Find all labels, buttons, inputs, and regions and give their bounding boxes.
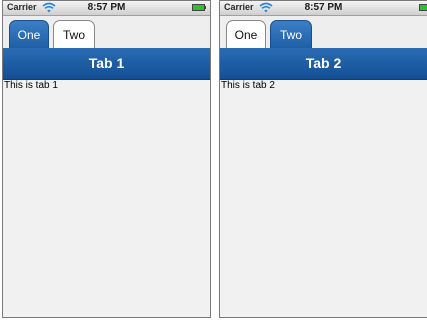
tab-strip: One Two — [220, 16, 427, 48]
status-time: 8:57 PM — [87, 2, 126, 13]
content-text: This is tab 2 — [221, 80, 275, 91]
nav-title: Tab 1 — [88, 55, 125, 71]
screenshot-canvas: Carrier 8:57 PM One Two Tab 1 This is ta… — [0, 0, 427, 320]
tab-one[interactable]: One — [9, 20, 49, 48]
content-text: This is tab 1 — [4, 80, 58, 91]
nav-title: Tab 2 — [305, 55, 342, 71]
phone-screen-tab-1: Carrier 8:57 PM One Two Tab 1 This is ta… — [2, 0, 211, 318]
status-time: 8:57 PM — [304, 2, 343, 13]
phone-screen-tab-2: Carrier 8:57 PM One Two Tab 2 This is ta… — [219, 0, 427, 318]
battery-icon — [192, 4, 206, 11]
status-bar: Carrier 8:57 PM — [3, 1, 210, 16]
battery-icon — [419, 4, 427, 11]
status-bar: Carrier 8:57 PM — [220, 1, 427, 16]
navigation-bar: Tab 2 — [220, 48, 427, 80]
tab-one[interactable]: One — [226, 20, 266, 48]
tab-two[interactable]: Two — [53, 20, 95, 48]
navigation-bar: Tab 1 — [3, 48, 210, 80]
tab-strip: One Two — [3, 16, 210, 48]
tab-two[interactable]: Two — [270, 20, 312, 48]
